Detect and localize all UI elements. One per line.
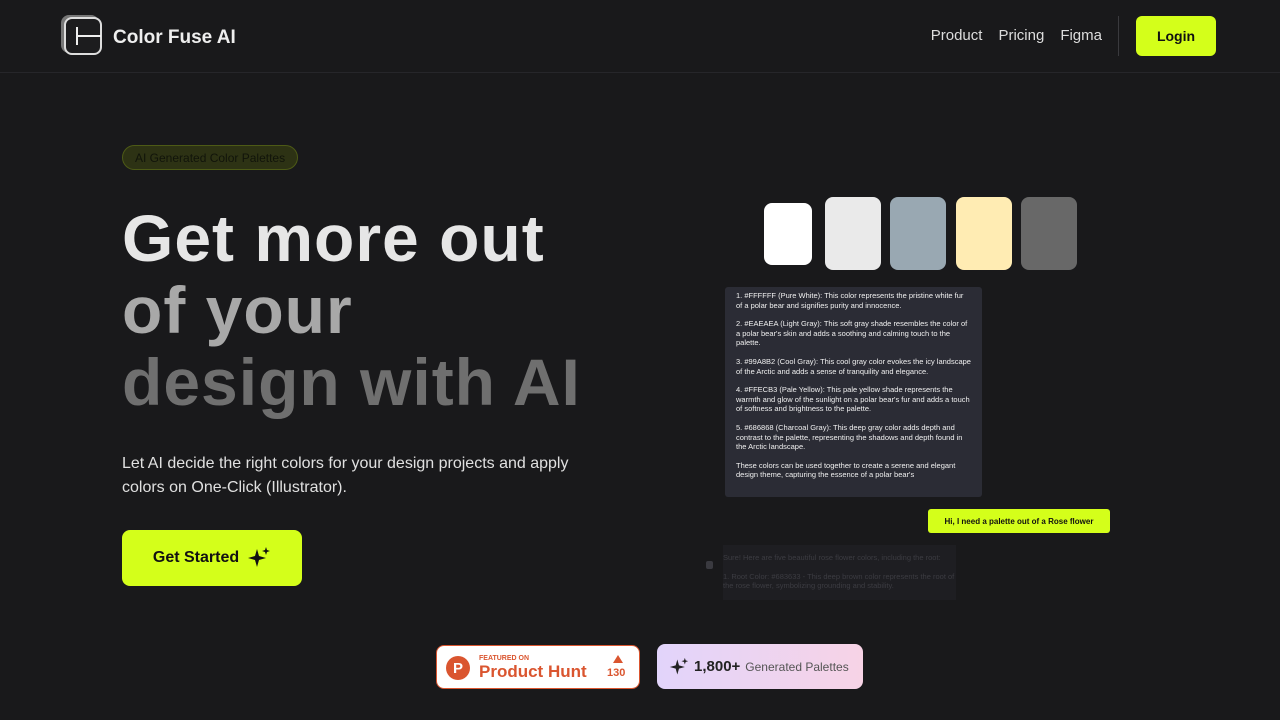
hero-title-line: of your: [122, 273, 353, 347]
hero-title: Get more out of your design with AI: [122, 202, 581, 418]
top-nav: Color Fuse AI Product Pricing Figma Logi…: [0, 0, 1280, 73]
swatch[interactable]: [825, 197, 881, 270]
ai-response: 1. #FFFFFF (Pure White): This color repr…: [725, 287, 982, 497]
response-line: 5. #686868 (Charcoal Gray): This deep gr…: [736, 422, 963, 452]
product-hunt-badge[interactable]: P FEATURED ON Product Hunt 130: [436, 645, 640, 689]
swatch[interactable]: [890, 197, 946, 270]
response-line: Sure! Here are five beautiful rose flowe…: [723, 553, 941, 562]
nav-pricing[interactable]: Pricing: [998, 27, 1044, 44]
upvote-icon: [613, 655, 623, 663]
cta-label: Get Started: [152, 549, 240, 566]
bot-icon: [706, 561, 713, 569]
palette-count: 1,800+: [694, 658, 741, 675]
hero-title-line: design with AI: [122, 345, 581, 419]
ph-featured: FEATURED ON: [479, 655, 530, 662]
response-line: 1. Root Color: #683633 - This deep brown…: [723, 571, 955, 591]
nav-figma[interactable]: Figma: [1060, 27, 1102, 44]
response-line: 3. #99A8B2 (Cool Gray): This cool gray c…: [736, 356, 971, 376]
sparkle-icon: [669, 657, 689, 674]
get-started-button[interactable]: Get Started: [122, 530, 302, 586]
sparkle-icon: [248, 547, 271, 567]
ph-name: Product Hunt: [479, 662, 587, 681]
swatch[interactable]: [1021, 197, 1077, 270]
response-line: 1. #FFFFFF (Pure White): This color repr…: [736, 291, 964, 310]
hero-badge: AI Generated Color Palettes: [122, 145, 299, 170]
nav-divider: [1118, 16, 1119, 56]
nav-product[interactable]: Product: [931, 27, 983, 44]
ai-response-faded: Sure! Here are five beautiful rose flowe…: [723, 545, 956, 600]
palette-count-label: Generated Palettes: [745, 659, 849, 674]
swatch[interactable]: [764, 203, 812, 265]
hero-title-line: Get more out: [122, 201, 545, 275]
response-line: 4. #FFECB3 (Pale Yellow): This pale yell…: [736, 385, 970, 414]
generated-count-badge: 1,800+ Generated Palettes: [657, 644, 863, 689]
ph-votes: 130: [607, 667, 626, 679]
response-line: These colors can be used together to cre…: [736, 460, 956, 480]
logo-icon[interactable]: [64, 17, 102, 55]
swatch[interactable]: [956, 197, 1012, 270]
login-button[interactable]: Login: [1136, 16, 1216, 56]
response-line: 2. #EAEAEA (Light Gray): This soft gray …: [736, 319, 968, 348]
brand-name[interactable]: Color Fuse AI: [113, 27, 236, 49]
hero-subtitle: Let AI decide the right colors for your …: [122, 455, 569, 496]
product-hunt-logo-icon: P: [446, 656, 470, 680]
user-message: Hi, I need a palette out of a Rose flowe…: [928, 509, 1110, 533]
